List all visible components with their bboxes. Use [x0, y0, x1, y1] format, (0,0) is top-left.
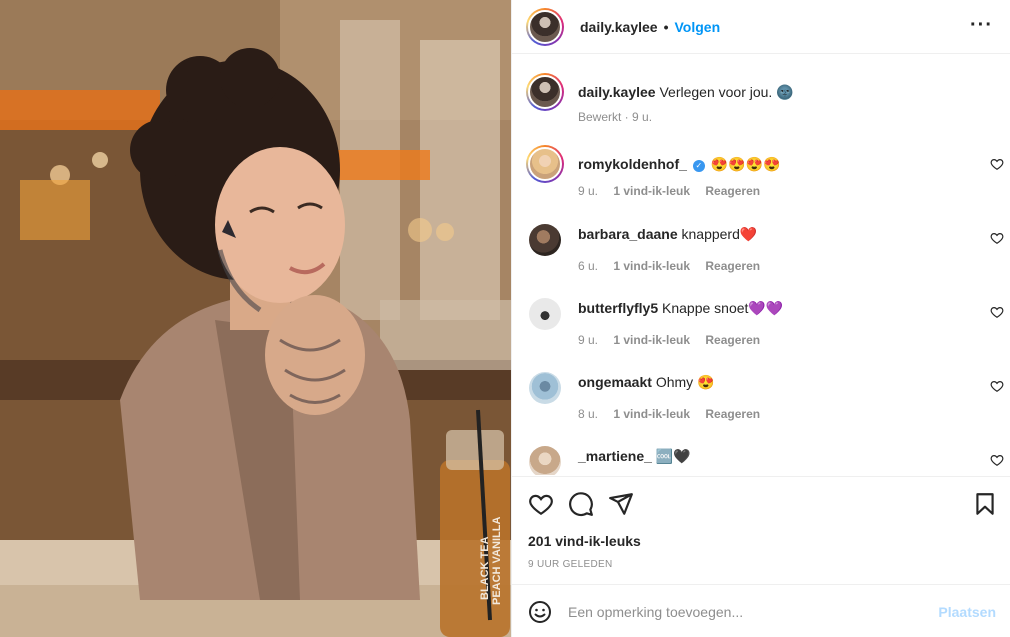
post-photo[interactable]: BLACK TEA PEACH VANILLA — [0, 0, 511, 637]
header-separator: • — [663, 18, 669, 35]
caption-username[interactable]: daily.kaylee — [578, 84, 656, 100]
likes-count[interactable]: 201 vind-ik-leuks — [528, 533, 641, 549]
follow-button[interactable]: Volgen — [674, 19, 720, 35]
comment-text: 😍😍😍😍 — [710, 156, 781, 172]
post-image: BLACK TEA PEACH VANILLA — [0, 0, 511, 637]
bottle-label-1: BLACK TEA — [479, 536, 491, 600]
comments-list[interactable]: daily.kaylee Verlegen voor jou. 🌚 Bewerk… — [512, 55, 1010, 475]
emoji-smile-icon[interactable] — [528, 600, 552, 624]
comment-text: knapperd❤️ — [681, 226, 758, 242]
comment-item: ongemaakt Ohmy 😍 8 u. 1 vind-ik-leuk Rea… — [526, 369, 1004, 429]
commenter-avatar[interactable] — [526, 145, 564, 183]
svg-text:BLACK TEA: BLACK TEA — [479, 536, 491, 600]
comment-item: _martiene_ 🆒🖤 — [526, 443, 1004, 475]
comment-text: Knappe snoet💜💜 — [662, 300, 784, 316]
caption: daily.kaylee Verlegen voor jou. 🌚 Bewerk… — [526, 73, 996, 133]
reply-button[interactable]: Reageren — [705, 407, 760, 421]
comment-username[interactable]: butterflyfly5 — [578, 300, 658, 316]
comment-text: 🆒🖤 — [655, 448, 691, 464]
add-comment-bar: Plaatsen — [512, 584, 1010, 637]
svg-text:PEACH VANILLA: PEACH VANILLA — [491, 517, 503, 605]
comment-time[interactable]: 8 u. — [578, 407, 598, 421]
commenter-avatar[interactable] — [529, 298, 561, 330]
caption-edited: Bewerkt · 9 u. — [578, 110, 653, 124]
share-send-icon[interactable] — [608, 491, 634, 517]
comment-likes[interactable]: 1 vind-ik-leuk — [613, 184, 690, 198]
reply-button[interactable]: Reageren — [705, 333, 760, 347]
reply-button[interactable]: Reageren — [705, 184, 760, 198]
comment-like-heart-icon[interactable] — [990, 157, 1004, 171]
comment-input[interactable] — [568, 597, 928, 627]
comment-username[interactable]: _martiene_ — [578, 448, 652, 464]
commenter-avatar[interactable] — [529, 446, 561, 475]
bottle-label-2: PEACH VANILLA — [491, 517, 503, 605]
post-side-panel: daily.kaylee • Volgen ··· daily.kaylee V… — [511, 0, 1010, 637]
comment-username[interactable]: romykoldenhof_ — [578, 156, 687, 172]
post-actions: 201 vind-ik-leuks 9 UUR GELEDEN — [512, 476, 1010, 584]
comment-username[interactable]: ongemaakt — [578, 374, 652, 390]
comment-like-heart-icon[interactable] — [990, 305, 1004, 319]
comment-item: barbara_daane knapperd❤️ 6 u. 1 vind-ik-… — [526, 221, 1004, 281]
comment-like-heart-icon[interactable] — [990, 231, 1004, 245]
post-header: daily.kaylee • Volgen ··· — [512, 0, 1010, 54]
commenter-avatar[interactable] — [529, 224, 561, 256]
like-heart-icon[interactable] — [528, 491, 554, 517]
comment-time[interactable]: 6 u. — [578, 259, 598, 273]
comment-likes[interactable]: 1 vind-ik-leuk — [613, 407, 690, 421]
caption-avatar[interactable] — [526, 73, 564, 111]
comment-time[interactable]: 9 u. — [578, 333, 598, 347]
author-username[interactable]: daily.kaylee — [580, 19, 658, 35]
more-options-icon[interactable]: ··· — [970, 14, 993, 37]
caption-text: Verlegen voor jou. 🌚 — [659, 84, 794, 100]
reply-button[interactable]: Reageren — [705, 259, 760, 273]
comment-like-heart-icon[interactable] — [990, 453, 1004, 467]
comment-time[interactable]: 9 u. — [578, 184, 598, 198]
post-comment-button[interactable]: Plaatsen — [938, 604, 996, 620]
commenter-avatar[interactable] — [529, 372, 561, 404]
post-timestamp[interactable]: 9 UUR GELEDEN — [528, 559, 612, 570]
author-avatar[interactable] — [526, 7, 564, 46]
comment-item: butterflyfly5 Knappe snoet💜💜 9 u. 1 vind… — [526, 295, 1004, 355]
comment-likes[interactable]: 1 vind-ik-leuk — [613, 259, 690, 273]
comment-username[interactable]: barbara_daane — [578, 226, 678, 242]
comment-bubble-icon[interactable] — [568, 491, 594, 517]
comment-like-heart-icon[interactable] — [990, 379, 1004, 393]
verified-badge-icon: ✓ — [692, 160, 705, 172]
bookmark-save-icon[interactable] — [972, 491, 998, 517]
comment-text: Ohmy 😍 — [655, 374, 715, 390]
comment-item: romykoldenhof_ ✓ 😍😍😍😍 9 u. 1 vind-ik-leu… — [526, 145, 1004, 205]
comment-likes[interactable]: 1 vind-ik-leuk — [613, 333, 690, 347]
